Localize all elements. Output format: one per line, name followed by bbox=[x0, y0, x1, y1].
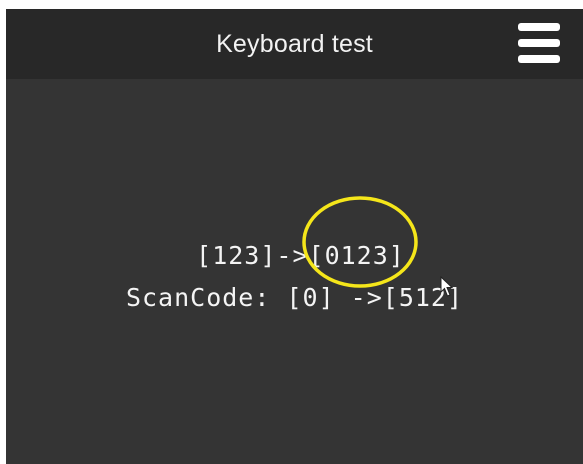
screenshot: Keyboard test [123]->[0123] ScanCode: [0… bbox=[0, 0, 583, 464]
title-bar: Keyboard test bbox=[6, 9, 583, 79]
menu-button[interactable] bbox=[516, 23, 562, 63]
key-mapping-text: [123]->[0123] bbox=[196, 241, 405, 270]
hamburger-menu-icon bbox=[518, 23, 560, 63]
app-window: Keyboard test [123]->[0123] ScanCode: [0… bbox=[6, 9, 583, 464]
keyboard-test-output: [123]->[0123] ScanCode: [0] ->[512] bbox=[6, 79, 583, 464]
page-title: Keyboard test bbox=[216, 30, 373, 58]
scan-code-text: ScanCode: [0] ->[512] bbox=[125, 283, 464, 312]
